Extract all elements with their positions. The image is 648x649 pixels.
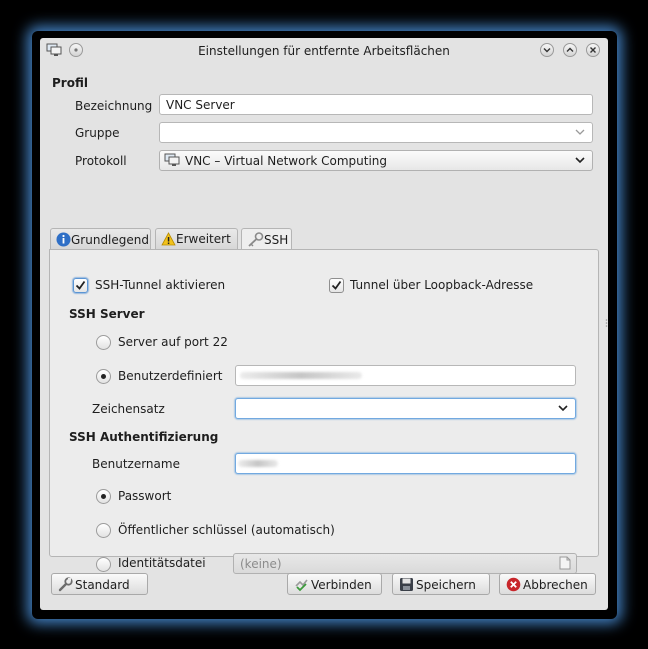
ssh-tunnel-checkbox[interactable] (73, 278, 88, 293)
cancel-button[interactable]: Abbrechen (499, 573, 596, 595)
charset-label: Zeichensatz (92, 402, 165, 416)
ssh-tunnel-label[interactable]: SSH-Tunnel aktivieren (95, 278, 225, 292)
tab-ssh-label: SSH (264, 233, 289, 247)
auth-pubkey-label[interactable]: Öffentlicher schlüssel (automatisch) (118, 523, 335, 537)
protocol-value: VNC – Virtual Network Computing (185, 154, 388, 168)
chevron-down-icon[interactable] (574, 154, 586, 166)
server-custom-label[interactable]: Benutzerdefiniert (118, 369, 222, 383)
tab-ssh[interactable]: SSH (241, 228, 292, 251)
settings-dialog: Einstellungen für entfernte Arbeitsfläch… (40, 38, 608, 610)
server-port22-radio[interactable] (96, 335, 111, 350)
standard-button-label: Standard (75, 578, 130, 592)
tab-basic[interactable]: Grundlegend (50, 228, 151, 250)
vnc-icon (164, 153, 180, 170)
connect-icon (295, 579, 308, 592)
group-label: Gruppe (75, 126, 120, 140)
maximize-icon[interactable] (563, 43, 577, 57)
group-combo[interactable] (159, 122, 593, 143)
tab-advanced[interactable]: Erweitert (155, 228, 238, 250)
protocol-select[interactable]: VNC – Virtual Network Computing (159, 150, 593, 171)
username-input[interactable] (235, 453, 576, 474)
server-custom-radio[interactable] (96, 369, 111, 384)
auth-password-label[interactable]: Passwort (118, 489, 171, 503)
cancel-button-label: Abbrechen (523, 578, 588, 592)
auth-password-radio[interactable] (96, 489, 111, 504)
ssh-auth-title: SSH Authentifizierung (69, 430, 219, 444)
ssh-server-title: SSH Server (69, 307, 145, 321)
cancel-icon (506, 577, 521, 592)
ssh-server-input[interactable] (235, 365, 576, 386)
loopback-checkbox[interactable] (329, 278, 344, 293)
close-icon[interactable] (586, 43, 600, 57)
floppy-disk-icon (400, 578, 413, 591)
resize-grip[interactable] (605, 318, 608, 328)
identity-file-chooser[interactable]: (keine) (233, 553, 577, 574)
protocol-label: Protokoll (75, 154, 127, 168)
server-port22-label[interactable]: Server auf port 22 (118, 335, 228, 349)
tab-advanced-label: Erweitert (176, 232, 231, 246)
connect-button-label: Verbinden (311, 578, 372, 592)
chevron-down-icon[interactable] (557, 402, 569, 414)
redacted-username (238, 460, 278, 467)
document-icon (559, 556, 571, 570)
identity-file-value: (keine) (240, 557, 282, 571)
auth-pubkey-radio[interactable] (96, 523, 111, 538)
charset-combo[interactable] (235, 398, 576, 419)
save-button[interactable]: Speichern (392, 573, 490, 595)
checkmark-icon (75, 280, 86, 290)
profile-section-title: Profil (52, 76, 88, 90)
info-icon (56, 232, 71, 247)
chevron-down-icon[interactable] (574, 126, 586, 138)
key-icon (248, 232, 264, 247)
connect-button[interactable]: Verbinden (287, 573, 382, 595)
loopback-label[interactable]: Tunnel über Loopback-Adresse (350, 278, 533, 292)
auth-identity-label[interactable]: Identitätsdatei (118, 556, 206, 570)
wrench-icon (58, 577, 73, 592)
title-bar[interactable]: Einstellungen für entfernte Arbeitsfläch… (40, 38, 608, 64)
window-title: Einstellungen für entfernte Arbeitsfläch… (198, 44, 450, 58)
tab-basic-label: Grundlegend (71, 233, 149, 247)
auth-identity-radio[interactable] (96, 557, 111, 572)
minimize-icon[interactable] (540, 43, 554, 57)
ssh-panel: SSH-Tunnel aktivieren Tunnel über Loopba… (49, 249, 599, 574)
name-label: Bezeichnung (75, 99, 153, 113)
save-button-label: Speichern (416, 578, 476, 592)
checkmark-icon (331, 280, 342, 290)
name-input[interactable]: VNC Server (159, 94, 593, 115)
warning-icon (161, 232, 176, 246)
standard-button[interactable]: Standard (51, 573, 148, 595)
redacted-server-address (240, 372, 362, 379)
username-label: Benutzername (92, 457, 180, 471)
